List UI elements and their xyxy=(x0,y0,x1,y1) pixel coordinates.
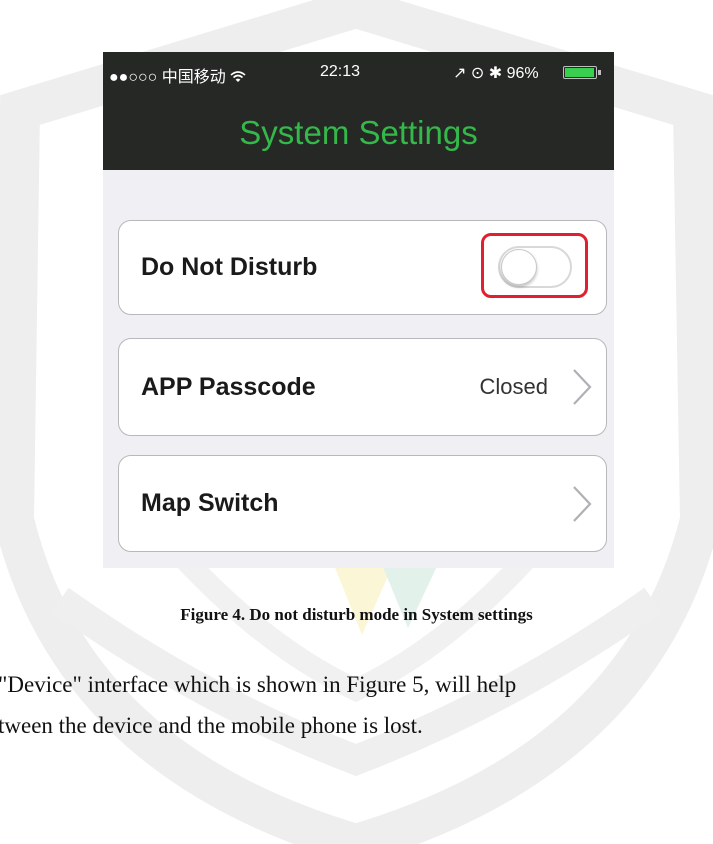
toggle-highlight-box xyxy=(481,233,588,298)
carrier-signal: ●●○○○ 中国移动 xyxy=(109,63,246,87)
do-not-disturb-toggle[interactable] xyxy=(498,246,572,288)
battery-tip xyxy=(598,70,601,75)
navigation-bar: ●●○○○ 中国移动 22:13 ↗ ⊙ ✱ 96% System Settin… xyxy=(103,52,614,170)
chevron-right-icon xyxy=(573,485,592,522)
body-text-line-1: "Device" interface which is shown in Fig… xyxy=(0,672,517,697)
status-bar: ●●○○○ 中国移动 22:13 ↗ ⊙ ✱ 96% xyxy=(103,52,614,92)
app-passcode-value: Closed xyxy=(479,374,548,399)
toggle-knob xyxy=(501,249,537,285)
status-time: 22:13 xyxy=(320,63,361,80)
do-not-disturb-label: Do Not Disturb xyxy=(141,253,318,281)
wifi-icon xyxy=(230,71,246,82)
page-title: System Settings xyxy=(239,114,478,151)
battery-percent: 96% xyxy=(506,65,539,82)
carrier-label: ●●○○○ 中国移动 xyxy=(109,69,226,86)
figure-caption: Figure 4. Do not disturb mode in System … xyxy=(180,605,533,624)
battery-icon xyxy=(563,66,597,79)
status-right-group: ↗ ⊙ ✱ 96% xyxy=(453,63,539,83)
app-passcode-label: APP Passcode xyxy=(141,372,316,401)
map-switch-label: Map Switch xyxy=(141,489,279,517)
map-switch-row[interactable]: Map Switch xyxy=(118,455,607,552)
phone-screenshot: ●●○○○ 中国移动 22:13 ↗ ⊙ ✱ 96% System Settin… xyxy=(103,52,614,568)
body-text-line-2: tween the device and the mobile phone is… xyxy=(0,713,423,738)
location-rotation-bluetooth-icons: ↗ ⊙ ✱ xyxy=(453,65,503,82)
chevron-right-icon xyxy=(573,369,592,405)
app-passcode-row[interactable]: APP Passcode Closed xyxy=(118,338,607,436)
do-not-disturb-row[interactable]: Do Not Disturb xyxy=(118,220,607,315)
